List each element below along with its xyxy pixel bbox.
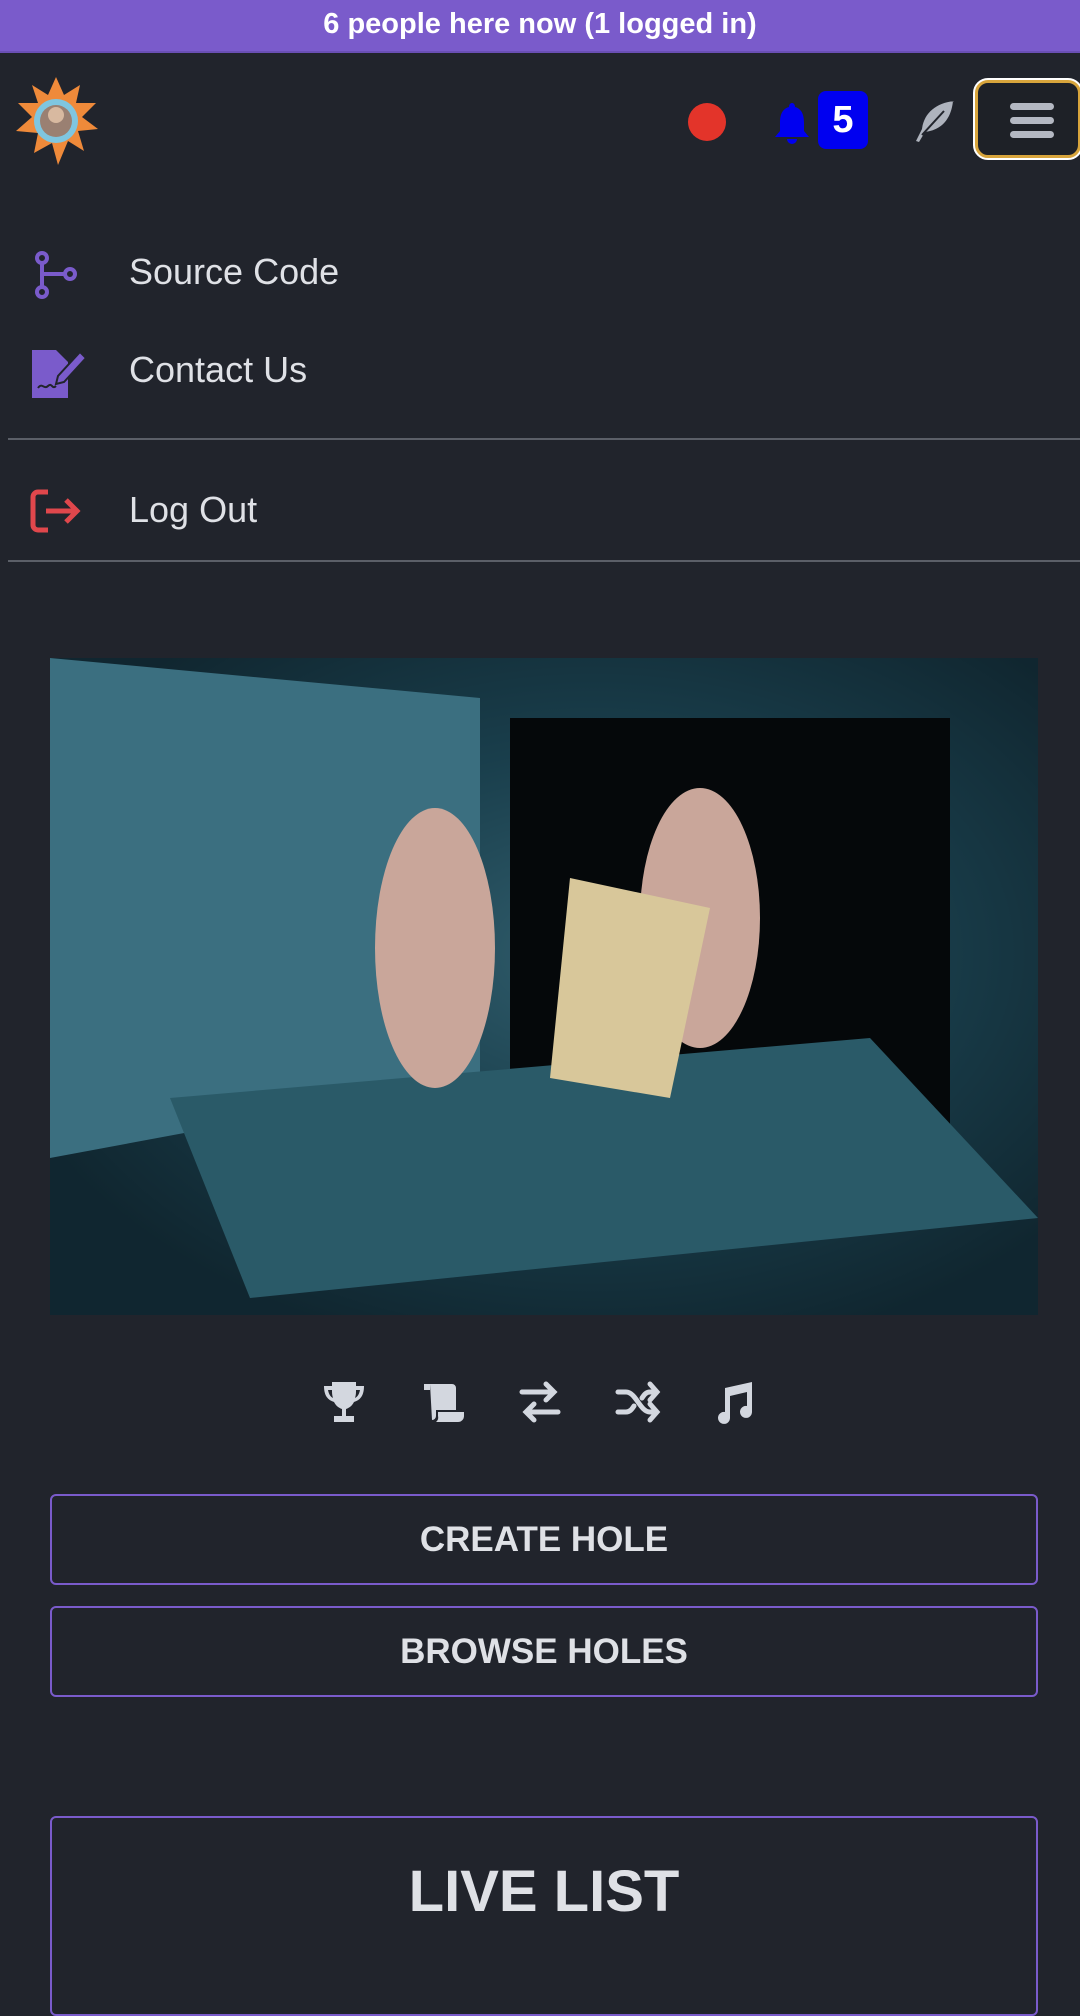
menu-item-contact-us[interactable]: Contact Us: [0, 330, 1080, 410]
live-list-panel: LIVE LIST: [50, 1816, 1038, 2016]
menu-divider: [8, 560, 1080, 562]
recording-indicator[interactable]: [688, 103, 726, 141]
live-list-title: LIVE LIST: [408, 1859, 680, 1924]
scroll-icon[interactable]: [418, 1378, 466, 1426]
trophy-icon[interactable]: [320, 1378, 368, 1426]
hole-image: [50, 658, 1038, 1315]
create-hole-button[interactable]: CREATE HOLE: [50, 1494, 1038, 1585]
header: 5: [0, 55, 1080, 185]
site-logo[interactable]: [8, 73, 104, 169]
menu-divider: [8, 438, 1080, 440]
feather-icon[interactable]: [914, 99, 956, 143]
logout-icon: [30, 489, 81, 533]
shuffle-icon[interactable]: [614, 1378, 662, 1426]
swap-icon[interactable]: [516, 1378, 564, 1426]
edit-document-icon: [32, 350, 88, 398]
notification-count-badge[interactable]: 5: [818, 91, 868, 149]
menu-item-label: Contact Us: [129, 349, 308, 390]
menu-item-log-out[interactable]: Log Out: [0, 470, 1080, 550]
menu-item-label: Log Out: [129, 489, 258, 530]
browse-holes-button[interactable]: BROWSE HOLES: [50, 1606, 1038, 1697]
git-branch-icon: [35, 251, 77, 299]
online-count-banner: 6 people here now (1 logged in): [0, 0, 1080, 53]
hole-toolbar: [0, 1378, 1080, 1426]
menu-item-source-code[interactable]: Source Code: [0, 232, 1080, 312]
hamburger-menu-button[interactable]: [973, 78, 1080, 160]
bell-icon[interactable]: [774, 101, 810, 145]
music-icon[interactable]: [712, 1378, 760, 1426]
menu-item-label: Source Code: [129, 251, 340, 292]
